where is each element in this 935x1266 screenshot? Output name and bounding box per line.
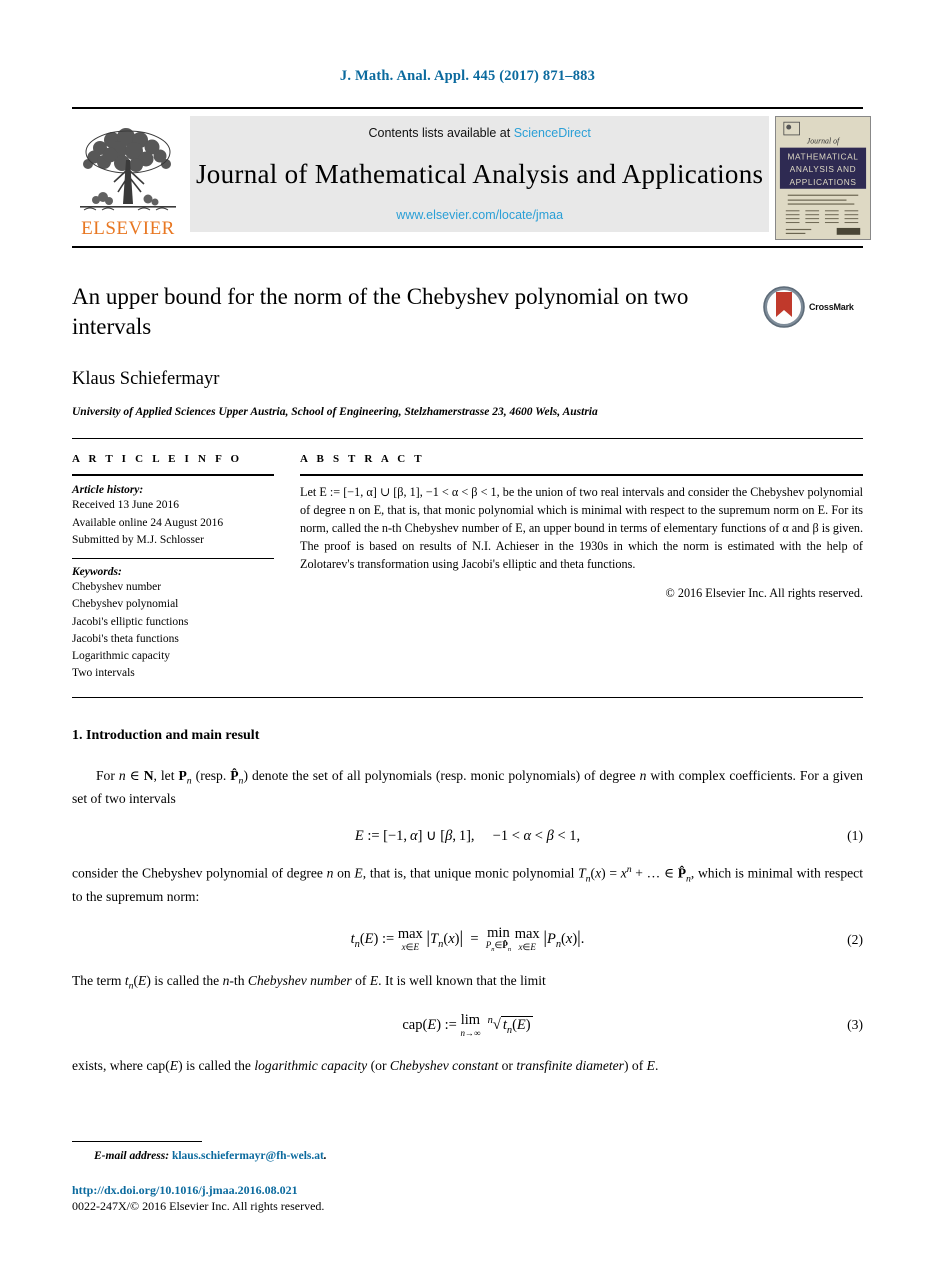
svg-text:Journal of: Journal of <box>807 137 841 146</box>
article-page: J. Math. Anal. Appl. 445 (2017) 871–883 <box>0 0 935 1266</box>
journal-banner: Contents lists available at ScienceDirec… <box>190 116 770 232</box>
article-info-column: A R T I C L E I N F O Article history: R… <box>72 453 300 682</box>
body-paragraph: exists, where cap(E) is called the logar… <box>72 1057 659 1073</box>
doi-link[interactable]: http://dx.doi.org/10.1016/j.jmaa.2016.08… <box>72 1182 863 1198</box>
info-section-bottom-rule <box>72 696 863 698</box>
info-abstract-region: A R T I C L E I N F O Article history: R… <box>72 439 863 682</box>
body-content: 1. Introduction and main result For n ∈ … <box>72 728 863 1077</box>
elsevier-wordmark: ELSEVIER <box>81 218 175 239</box>
journal-title: Journal of Mathematical Analysis and App… <box>196 158 764 189</box>
keyword-item: Chebyshev number <box>72 581 162 594</box>
article-history-heading: Article history: <box>72 484 144 497</box>
author-email-link[interactable]: klaus.schiefermayr@fh-wels.at <box>172 1150 324 1162</box>
keyword-item: Jacobi's elliptic functions <box>72 615 189 628</box>
contents-prefix: Contents lists available at <box>368 126 511 140</box>
journal-masthead: ELSEVIER Contents lists available at Sci… <box>72 107 872 240</box>
body-paragraph: For n ∈ N, let Pn (resp. P̂n) denote the… <box>72 767 863 807</box>
equation-1-body: E := [−1, α] ∪ [β, 1], −1 < α < β < 1, <box>354 827 581 844</box>
svg-text:MATHEMATICAL: MATHEMATICAL <box>788 151 859 161</box>
keywords-divider-rule <box>72 558 274 560</box>
abstract-column: A B S T R A C T Let E := [−1, α] ∪ [β, 1… <box>300 453 863 682</box>
keyword-item: Two intervals <box>72 667 135 680</box>
article-info-heading: A R T I C L E I N F O <box>72 453 243 466</box>
elsevier-logo: ELSEVIER <box>72 116 184 240</box>
equation-3-body: cap(E) := lim n→∞ n√ tn(E) <box>402 1012 533 1038</box>
page-title: An upper bound for the norm of the Cheby… <box>72 284 689 340</box>
equation-3: cap(E) := lim n→∞ n√ tn(E) (3) <box>72 1013 863 1037</box>
equation-1-number: (1) <box>847 828 863 844</box>
keyword-item: Jacobi's theta functions <box>72 632 179 645</box>
issn-copyright: 0022-247X/© 2016 Elsevier Inc. All right… <box>72 1198 325 1213</box>
equation-3-number: (3) <box>847 1017 863 1033</box>
keywords-heading: Keywords: <box>72 566 122 579</box>
page-footer: E-mail address: klaus.schiefermayr@fh-we… <box>72 1140 863 1214</box>
equation-2-number: (2) <box>847 931 863 947</box>
footnote-rule <box>72 1140 202 1142</box>
equation-2: tn(E) := max x∈E |Tn(x)| = min Pn∈P̂n max x… <box>72 926 863 954</box>
abstract-rule <box>300 474 863 477</box>
abstract-text: Let E := [−1, α] ∪ [β, 1], −1 < α < β < … <box>300 485 863 572</box>
author-affiliation: University of Applied Sciences Upper Aus… <box>72 405 598 418</box>
journal-url-link[interactable]: www.elsevier.com/locate/jmaa <box>396 208 563 222</box>
sciencedirect-link[interactable]: ScienceDirect <box>514 126 591 140</box>
masthead-bottom-rule <box>72 246 863 248</box>
keyword-item: Chebyshev polynomial <box>72 598 179 611</box>
elsevier-tree-icon <box>80 128 176 211</box>
abstract-copyright: © 2016 Elsevier Inc. All rights reserved… <box>665 586 863 601</box>
equation-2-body: tn(E) := max x∈E |Tn(x)| = min Pn∈P̂n max x… <box>350 924 585 953</box>
article-info-rule <box>72 474 274 477</box>
contents-lists-line: Contents lists available at ScienceDirec… <box>368 126 590 140</box>
email-label: E-mail address: <box>94 1149 170 1162</box>
history-item: Submitted by M.J. Schlosser <box>72 533 204 546</box>
history-item: Available online 24 August 2016 <box>72 516 224 529</box>
keyword-item: Logarithmic capacity <box>72 650 171 663</box>
svg-text:APPLICATIONS: APPLICATIONS <box>790 177 857 187</box>
crossmark-icon <box>763 286 805 328</box>
running-head: J. Math. Anal. Appl. 445 (2017) 871–883 <box>339 68 596 84</box>
section-heading-introduction: 1. Introduction and main result <box>72 727 260 743</box>
cover-artwork: Journal of MATHEMATICAL ANALYSIS AND APP… <box>776 117 871 239</box>
abstract-heading: A B S T R A C T <box>300 453 425 466</box>
author-name: Klaus Schiefermayr <box>72 368 220 389</box>
crossmark-badge[interactable]: CrossMark <box>763 282 863 328</box>
email-suffix: . <box>323 1149 327 1162</box>
crossmark-label: CrossMark <box>809 302 854 312</box>
title-block: An upper bound for the norm of the Cheby… <box>72 282 863 343</box>
svg-text:ANALYSIS AND: ANALYSIS AND <box>790 164 857 174</box>
journal-cover-thumbnail: Journal of MATHEMATICAL ANALYSIS AND APP… <box>775 116 872 240</box>
history-item: Received 13 June 2016 <box>72 499 179 512</box>
body-paragraph: consider the Chebyshev polynomial of deg… <box>72 863 863 905</box>
equation-1: E := [−1, α] ∪ [β, 1], −1 < α < β < 1, (… <box>72 828 863 845</box>
body-paragraph: The term tn(E) is called the n-th Chebys… <box>72 973 546 993</box>
email-footnote: E-mail address: klaus.schiefermayr@fh-we… <box>94 1150 863 1162</box>
